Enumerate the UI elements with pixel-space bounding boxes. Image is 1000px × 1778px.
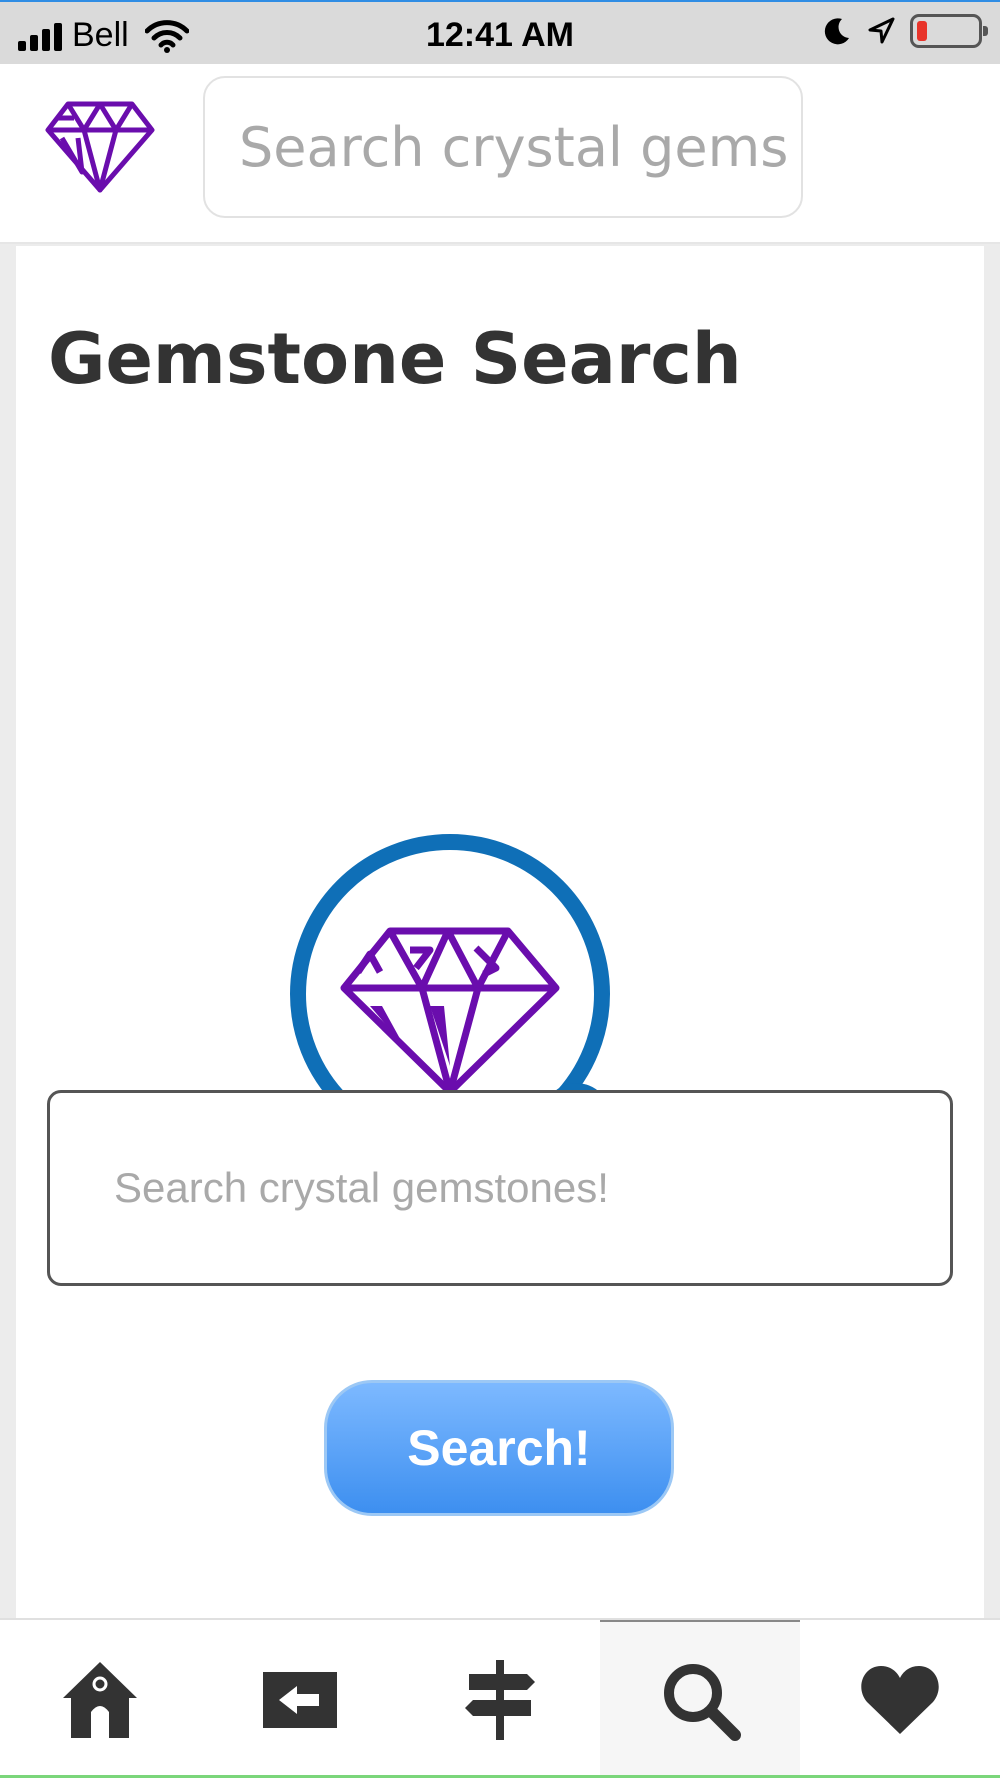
- main-card: Gemstone Search Search!: [16, 246, 984, 1618]
- back-icon: [263, 1672, 337, 1728]
- app-header: [0, 64, 1000, 244]
- battery-icon: [910, 14, 988, 48]
- nav-home[interactable]: [0, 1620, 200, 1778]
- nav-explore[interactable]: [400, 1620, 600, 1778]
- signpost-icon: [465, 1660, 535, 1740]
- status-right: [822, 14, 988, 48]
- home-icon: [63, 1662, 137, 1738]
- search-button[interactable]: Search!: [324, 1380, 674, 1516]
- moon-icon: [824, 18, 849, 45]
- nav-search[interactable]: [600, 1620, 800, 1778]
- location-arrow-icon: [868, 17, 895, 44]
- nav-back[interactable]: [200, 1620, 400, 1778]
- nav-favorites[interactable]: [800, 1620, 1000, 1778]
- page-title: Gemstone Search: [48, 318, 742, 400]
- status-bar: Bell 12:41 AM: [0, 0, 1000, 64]
- bottom-nav: [0, 1618, 1000, 1778]
- heart-icon: [861, 1666, 939, 1734]
- search-icon: [664, 1664, 741, 1741]
- diamond-logo-icon[interactable]: [44, 98, 156, 194]
- gemstone-search-input[interactable]: [47, 1090, 953, 1286]
- header-search-input[interactable]: [203, 76, 803, 218]
